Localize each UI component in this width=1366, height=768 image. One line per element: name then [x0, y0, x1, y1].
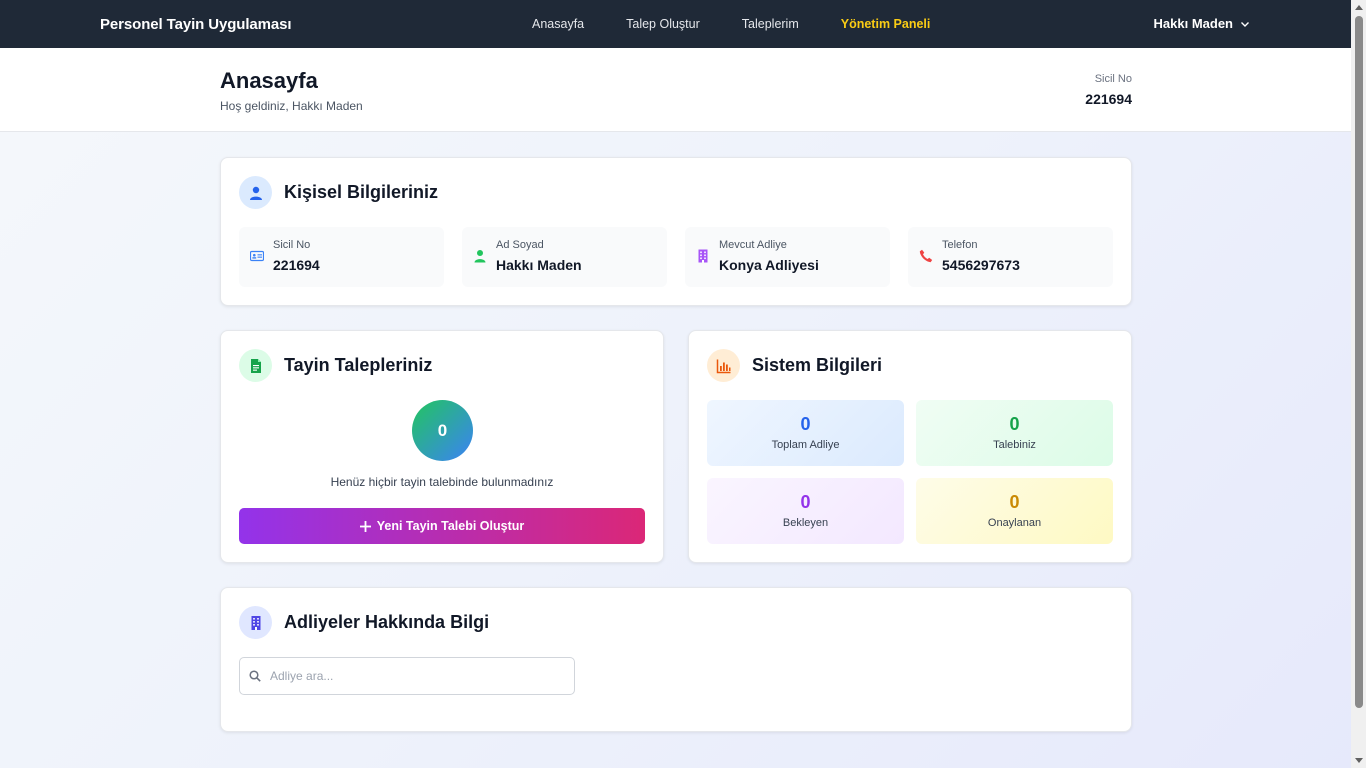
info-label: Sicil No [273, 239, 311, 251]
stat-value: 0 [800, 492, 811, 512]
stat-onaylanan: 0 Onaylanan [916, 478, 1113, 544]
welcome-text: Hoş geldiniz, Hakkı Maden [220, 99, 363, 113]
top-navbar: Personel Tayin Uygulaması Anasayfa Talep… [0, 0, 1351, 48]
info-value: 5456297673 [942, 257, 1020, 273]
new-request-button[interactable]: Yeni Tayin Talebi Oluştur [239, 508, 645, 544]
scroll-thumb[interactable] [1355, 16, 1363, 708]
user-menu[interactable]: Hakkı Maden [1154, 16, 1250, 31]
header-sicil-label: Sicil No [1094, 73, 1132, 85]
search-icon [249, 670, 261, 682]
info-value: 221694 [273, 257, 320, 273]
scroll-down-arrow-icon[interactable] [1355, 758, 1363, 763]
building-icon [239, 606, 272, 639]
stat-value: 0 [1009, 414, 1020, 434]
stat-label: Talebiniz [993, 439, 1036, 451]
user-icon [239, 176, 272, 209]
courthouse-search-input[interactable] [270, 658, 570, 694]
info-label: Ad Soyad [496, 239, 544, 251]
info-label: Telefon [942, 239, 978, 251]
system-info-title: Sistem Bilgileri [752, 355, 883, 375]
plus-icon [359, 520, 371, 532]
scroll-up-arrow-icon[interactable] [1355, 5, 1363, 10]
building-icon [698, 249, 708, 263]
courthouses-card: Adliyeler Hakkında Bilgi [220, 587, 1132, 732]
document-icon [239, 349, 272, 382]
nav-anasayfa[interactable]: Anasayfa [532, 17, 584, 31]
info-telefon: Telefon 5456297673 [908, 227, 1113, 287]
personal-info-title: Kişisel Bilgileriniz [284, 182, 439, 202]
info-ad-soyad: Ad Soyad Hakkı Maden [462, 227, 667, 287]
new-request-label: Yeni Tayin Talebi Oluştur [376, 519, 525, 533]
info-value: Hakkı Maden [496, 257, 582, 273]
chart-icon [707, 349, 740, 382]
stat-value: 0 [1009, 492, 1020, 512]
personal-info-card: Kişisel Bilgileriniz Sicil No 221694 Ad … [220, 157, 1132, 306]
nav-yonetim-paneli[interactable]: Yönetim Paneli [841, 17, 931, 31]
info-sicil-no: Sicil No 221694 [239, 227, 444, 287]
info-value: Konya Adliyesi [719, 257, 819, 273]
stat-bekleyen: 0 Bekleyen [707, 478, 904, 544]
courthouse-search [239, 657, 575, 695]
stat-label: Toplam Adliye [771, 439, 840, 451]
requests-card: Tayin Talepleriniz 0 Henüz hiçbir tayin … [220, 330, 664, 563]
chevron-down-icon [1241, 21, 1249, 27]
page-scrollbar[interactable] [1351, 0, 1366, 768]
empty-requests-text: Henüz hiçbir tayin talebinde bulunmadını… [330, 475, 554, 489]
user-icon [474, 250, 486, 263]
header-sicil-value: 221694 [1085, 91, 1132, 107]
user-name: Hakkı Maden [1153, 16, 1233, 31]
nav-talep-olustur[interactable]: Talep Oluştur [626, 17, 700, 31]
stat-value: 0 [800, 414, 811, 434]
stat-label: Bekleyen [782, 517, 829, 529]
requests-title: Tayin Talepleriniz [284, 355, 433, 375]
request-count: 0 [412, 400, 473, 461]
page-title: Anasayfa [220, 68, 318, 93]
info-mevcut-adliye: Mevcut Adliye Konya Adliyesi [685, 227, 890, 287]
nav-taleplerim[interactable]: Taleplerim [742, 17, 799, 31]
courthouses-title: Adliyeler Hakkında Bilgi [284, 612, 490, 632]
app-brand[interactable]: Personel Tayin Uygulaması [100, 16, 292, 33]
phone-icon [919, 249, 933, 263]
stat-label: Onaylanan [987, 517, 1042, 529]
id-card-icon [250, 250, 264, 262]
nav-links: Anasayfa Talep Oluştur Taleplerim Yöneti… [532, 17, 930, 31]
page-header: Anasayfa Hoş geldiniz, Hakkı Maden Sicil… [0, 48, 1351, 132]
info-label: Mevcut Adliye [719, 239, 787, 251]
system-info-card: Sistem Bilgileri 0 Toplam Adliye 0 Taleb… [688, 330, 1132, 563]
stat-talebiniz: 0 Talebiniz [916, 400, 1113, 466]
stat-toplam-adliye: 0 Toplam Adliye [707, 400, 904, 466]
